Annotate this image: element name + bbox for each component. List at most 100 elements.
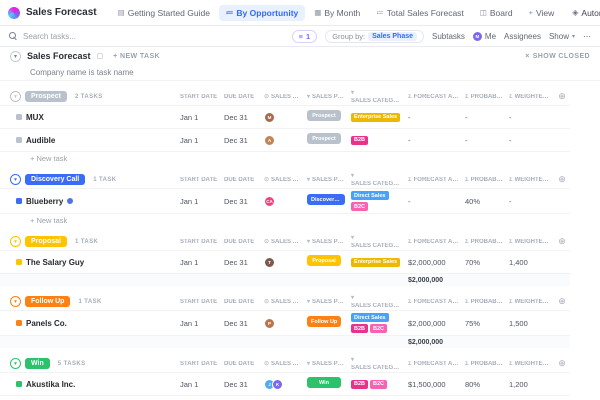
column-header-probability[interactable]: ΣPROBABILITY: [462, 94, 506, 100]
new-task-header-button[interactable]: + NEW TASK: [113, 53, 160, 60]
column-header-sales-category[interactable]: ▾ SALES CATEGORY: [348, 234, 405, 249]
column-header-sales-phase[interactable]: ▾SALES PHASE: [304, 238, 348, 246]
group-status-badge[interactable]: Proposal: [25, 236, 67, 247]
column-header-forecast-amount[interactable]: ΣFORECAST AMOUNT: [405, 361, 462, 367]
task-row[interactable]: The Salary Guy Jan 1 Dec 31 T Proposal Enterp…: [0, 250, 570, 273]
sales-phase-cell[interactable]: Discovery Call: [304, 192, 348, 210]
sales-agent-cell[interactable]: T: [261, 256, 304, 268]
forecast-amount-cell[interactable]: $1,500,000: [405, 380, 462, 389]
group-expand-icon[interactable]: ▾: [10, 296, 21, 307]
sales-category-cell[interactable]: Enterprise Sales: [348, 112, 405, 122]
automate-button[interactable]: ◈ Automate ▾: [567, 6, 600, 20]
sales-phase-cell[interactable]: Prospect: [304, 131, 348, 149]
start-date-cell[interactable]: Jan 1: [177, 113, 221, 122]
task-status-icon[interactable]: [16, 114, 22, 120]
weighted-forecast-cell[interactable]: -: [506, 113, 554, 122]
filter-chip[interactable]: ≡ 1: [291, 29, 318, 43]
column-header-forecast-amount[interactable]: ΣFORECAST AMOUNT: [405, 299, 462, 305]
group-status-badge[interactable]: Discovery Call: [25, 174, 86, 185]
expand-list-icon[interactable]: ▢: [97, 52, 104, 60]
sales-agent-cell[interactable]: CA: [261, 195, 304, 207]
weighted-forecast-cell[interactable]: -: [506, 197, 554, 206]
new-task-button[interactable]: + New task: [0, 151, 570, 164]
weighted-forecast-cell[interactable]: 1,500: [506, 319, 554, 328]
task-name[interactable]: Panels Co.: [26, 319, 67, 328]
collapse-list-icon[interactable]: ▾: [10, 50, 21, 62]
due-date-cell[interactable]: Dec 31: [221, 319, 261, 328]
due-date-cell[interactable]: Dec 31: [221, 258, 261, 267]
add-column-button[interactable]: ⊕: [554, 174, 570, 185]
clickup-logo-icon[interactable]: [8, 6, 20, 19]
group-by-chip[interactable]: Group by: Sales Phase: [325, 29, 425, 43]
sales-category-cell[interactable]: Enterprise Sales: [348, 257, 405, 267]
task-name[interactable]: MUX: [26, 113, 44, 122]
column-header-forecast-amount[interactable]: ΣFORECAST AMOUNT: [405, 94, 462, 100]
tab-getting-started-guide[interactable]: ▤ Getting Started Guide: [111, 5, 217, 21]
column-header-weighted-forecast[interactable]: ΣWEIGHTED FORECAST: [506, 177, 554, 183]
column-header-sales-phase[interactable]: ▾SALES PHASE: [304, 360, 348, 368]
start-date-cell[interactable]: Jan 1: [177, 136, 221, 145]
column-header-sales-category[interactable]: ▾ SALES CATEGORY: [348, 356, 405, 371]
column-header-probability[interactable]: ΣPROBABILITY: [462, 239, 506, 245]
task-row[interactable]: Akustika Inc. Jan 1 Dec 31 J K Win B2B B2C $1,50…: [0, 372, 570, 395]
column-header-start-date[interactable]: START DATE: [177, 177, 221, 183]
probability-cell[interactable]: 80%: [462, 380, 506, 389]
task-name[interactable]: Akustika Inc.: [26, 380, 75, 389]
column-header-forecast-amount[interactable]: ΣFORECAST AMOUNT: [405, 177, 462, 183]
task-row[interactable]: Audible Jan 1 Dec 31 A Prospect B2B - - -: [0, 128, 570, 151]
sales-phase-cell[interactable]: Proposal: [304, 253, 348, 271]
task-row[interactable]: SpaceMan Inc.Jan 1Dec 31JSWinB2C$2,200,0…: [0, 395, 570, 400]
sales-agent-cell[interactable]: P: [261, 317, 304, 329]
task-name[interactable]: Blueberry: [26, 197, 63, 206]
more-menu-button[interactable]: ⋯: [583, 32, 591, 41]
column-header-due-date[interactable]: DUE DATE: [221, 299, 261, 305]
sales-category-cell[interactable]: B2B B2C: [348, 379, 405, 389]
column-header-probability[interactable]: ΣPROBABILITY: [462, 177, 506, 183]
group-expand-icon[interactable]: ▾: [10, 174, 21, 185]
show-button[interactable]: Show ▾: [549, 32, 575, 41]
sales-category-cell[interactable]: Direct Sales B2C: [348, 191, 405, 211]
task-row[interactable]: BlueberryJan 1Dec 31CADiscovery CallDire…: [0, 188, 570, 213]
probability-cell[interactable]: 75%: [462, 319, 506, 328]
start-date-cell[interactable]: Jan 1: [177, 258, 221, 267]
column-header-start-date[interactable]: START DATE: [177, 299, 221, 305]
task-status-icon[interactable]: [16, 137, 22, 143]
task-status-icon[interactable]: [16, 198, 22, 204]
forecast-amount-cell[interactable]: $2,000,000: [405, 319, 462, 328]
tab-total-sales-forecast[interactable]: ≔ Total Sales Forecast: [369, 5, 471, 21]
group-status-badge[interactable]: Prospect: [25, 91, 67, 102]
column-header-sales-phase[interactable]: ▾SALES PHASE: [304, 93, 348, 101]
tab-board[interactable]: ◫ Board: [473, 5, 520, 21]
new-task-button[interactable]: + New task: [0, 213, 570, 226]
subtasks-button[interactable]: Subtasks: [432, 32, 465, 41]
task-status-icon[interactable]: [16, 259, 22, 265]
column-header-weighted-forecast[interactable]: ΣWEIGHTED FORECAST: [506, 299, 554, 305]
due-date-cell[interactable]: Dec 31: [221, 197, 261, 206]
search-input[interactable]: [23, 31, 133, 41]
column-header-sales-agent[interactable]: ⊙SALES AGENT: [261, 298, 304, 306]
column-header-sales-agent[interactable]: ⊙SALES AGENT: [261, 93, 304, 101]
column-header-start-date[interactable]: START DATE: [177, 94, 221, 100]
sales-agent-cell[interactable]: JK: [261, 378, 304, 390]
column-header-sales-agent[interactable]: ⊙SALES AGENT: [261, 176, 304, 184]
column-header-due-date[interactable]: DUE DATE: [221, 177, 261, 183]
column-header-sales-category[interactable]: ▾ SALES CATEGORY: [348, 172, 405, 187]
probability-cell[interactable]: -: [462, 113, 506, 122]
group-status-badge[interactable]: Win: [25, 358, 50, 369]
probability-cell[interactable]: -: [462, 136, 506, 145]
column-header-sales-category[interactable]: ▾ SALES CATEGORY: [348, 294, 405, 309]
sales-category-cell[interactable]: B2B: [348, 135, 405, 145]
column-header-forecast-amount[interactable]: ΣFORECAST AMOUNT: [405, 239, 462, 245]
group-expand-icon[interactable]: ▾: [10, 358, 21, 369]
task-name[interactable]: Audible: [26, 136, 55, 145]
column-header-sales-phase[interactable]: ▾SALES PHASE: [304, 176, 348, 184]
column-header-sales-phase[interactable]: ▾SALES PHASE: [304, 298, 348, 306]
weighted-forecast-cell[interactable]: 1,400: [506, 258, 554, 267]
due-date-cell[interactable]: Dec 31: [221, 380, 261, 389]
group-status-badge[interactable]: Follow Up: [25, 296, 71, 307]
forecast-amount-cell[interactable]: -: [405, 197, 462, 206]
column-header-due-date[interactable]: DUE DATE: [221, 239, 261, 245]
start-date-cell[interactable]: Jan 1: [177, 380, 221, 389]
add-column-button[interactable]: ⊕: [554, 296, 570, 307]
column-header-probability[interactable]: ΣPROBABILITY: [462, 299, 506, 305]
